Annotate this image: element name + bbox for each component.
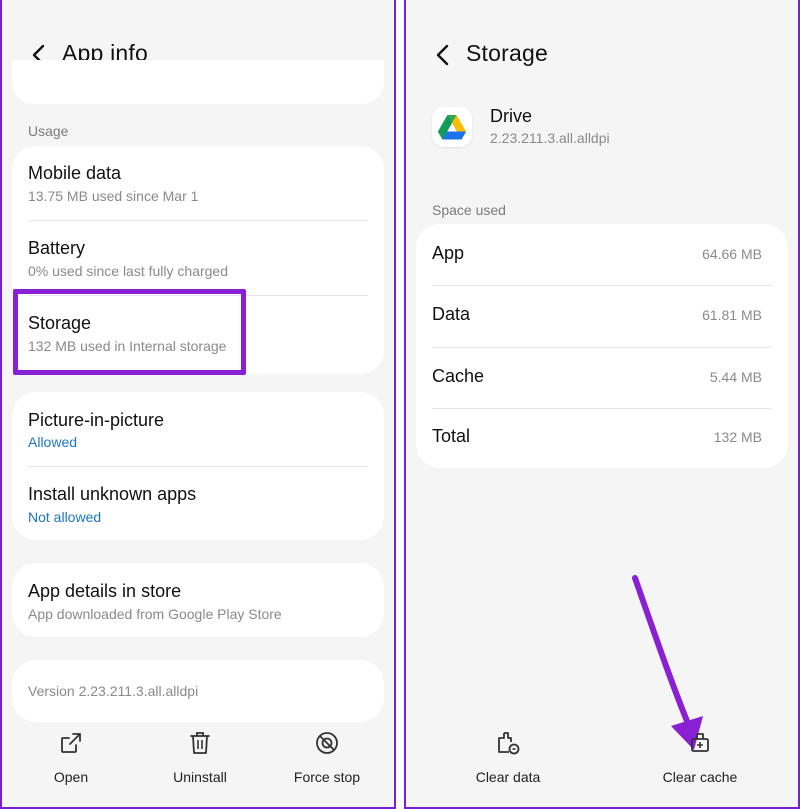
row-label: Cache xyxy=(432,366,485,386)
storage-highlight-box xyxy=(13,289,246,375)
clear-cache-icon xyxy=(691,733,709,752)
open-button[interactable]: Open xyxy=(16,729,126,785)
item-subtitle: 0% used since last fully charged xyxy=(28,263,228,279)
storage-screen: Storage Drive 2.23.211.3.all.alldpi Spac… xyxy=(404,0,800,809)
clear-data-icon xyxy=(498,732,520,755)
uninstall-button[interactable]: Uninstall xyxy=(145,729,255,785)
force-stop-label: Force stop xyxy=(293,769,361,785)
list-item-mobile-data[interactable]: Mobile data 13.75 MB used since Mar 1 xyxy=(12,146,384,220)
app-name: Drive xyxy=(490,106,533,126)
clear-cache-button[interactable]: Clear cache xyxy=(645,729,755,785)
open-external-icon xyxy=(61,733,81,753)
row-label: App xyxy=(432,243,465,263)
trash-icon xyxy=(190,732,210,754)
back-arrow-icon xyxy=(436,44,449,66)
storage-header: Storage xyxy=(406,30,798,80)
row-value: 5.44 MB xyxy=(709,369,762,385)
item-title: App details in store xyxy=(28,581,182,601)
google-drive-icon xyxy=(438,114,466,139)
force-stop-button[interactable]: Force stop xyxy=(272,729,382,785)
storage-row-total: Total 132 MB xyxy=(416,409,788,468)
scrolled-card xyxy=(12,60,384,104)
storage-row-data: Data 61.81 MB xyxy=(416,286,788,347)
row-value: 64.66 MB xyxy=(702,246,762,262)
uninstall-label: Uninstall xyxy=(173,769,227,785)
row-label: Data xyxy=(432,304,471,324)
space-used-card: App 64.66 MB Data 61.81 MB Cache 5.44 MB… xyxy=(416,224,788,468)
clear-cache-label: Clear cache xyxy=(662,769,738,785)
page-title: Storage xyxy=(466,40,548,66)
space-used-label: Space used xyxy=(432,202,506,218)
store-card: App details in store App downloaded from… xyxy=(12,563,384,637)
bottom-action-bar: Clear data Clear cache xyxy=(406,717,798,807)
item-subtitle: 13.75 MB used since Mar 1 xyxy=(28,188,199,204)
force-stop-icon xyxy=(316,732,338,754)
storage-row-cache: Cache 5.44 MB xyxy=(416,348,788,409)
item-subtitle: App downloaded from Google Play Store xyxy=(28,606,282,622)
item-status: Not allowed xyxy=(28,509,102,525)
version-text: Version 2.23.211.3.all.alldpi xyxy=(28,683,199,699)
item-title: Battery xyxy=(28,238,86,258)
storage-row-app: App 64.66 MB xyxy=(416,224,788,285)
row-value: 132 MB xyxy=(713,429,762,445)
usage-section-label: Usage xyxy=(28,123,69,139)
list-item-install-unknown-apps[interactable]: Install unknown apps Not allowed xyxy=(12,467,384,540)
list-item-app-details-in-store[interactable]: App details in store App downloaded from… xyxy=(12,563,384,637)
item-title: Install unknown apps xyxy=(28,484,197,504)
permissions-card: Picture-in-picture Allowed Install unkno… xyxy=(12,392,384,540)
open-label: Open xyxy=(53,769,89,785)
clear-data-label: Clear data xyxy=(475,769,541,785)
clear-data-button[interactable]: Clear data xyxy=(453,729,563,785)
app-version: 2.23.211.3.all.alldpi xyxy=(490,130,610,146)
item-status: Allowed xyxy=(28,434,78,450)
app-icon xyxy=(432,107,472,147)
version-card: Version 2.23.211.3.all.alldpi xyxy=(12,660,384,722)
bottom-action-bar: Open Uninstall Force stop xyxy=(2,717,394,807)
item-title: Picture-in-picture xyxy=(28,410,165,430)
app-header: Drive 2.23.211.3.all.alldpi xyxy=(432,105,778,149)
row-label: Total xyxy=(432,426,471,446)
app-info-screen: App info Usage Mobile data 13.75 MB used… xyxy=(0,0,396,809)
item-title: Mobile data xyxy=(28,163,122,183)
list-item-picture-in-picture[interactable]: Picture-in-picture Allowed xyxy=(12,392,384,466)
list-item-battery[interactable]: Battery 0% used since last fully charged xyxy=(12,221,384,295)
row-value: 61.81 MB xyxy=(702,307,762,323)
back-button[interactable] xyxy=(432,42,452,68)
